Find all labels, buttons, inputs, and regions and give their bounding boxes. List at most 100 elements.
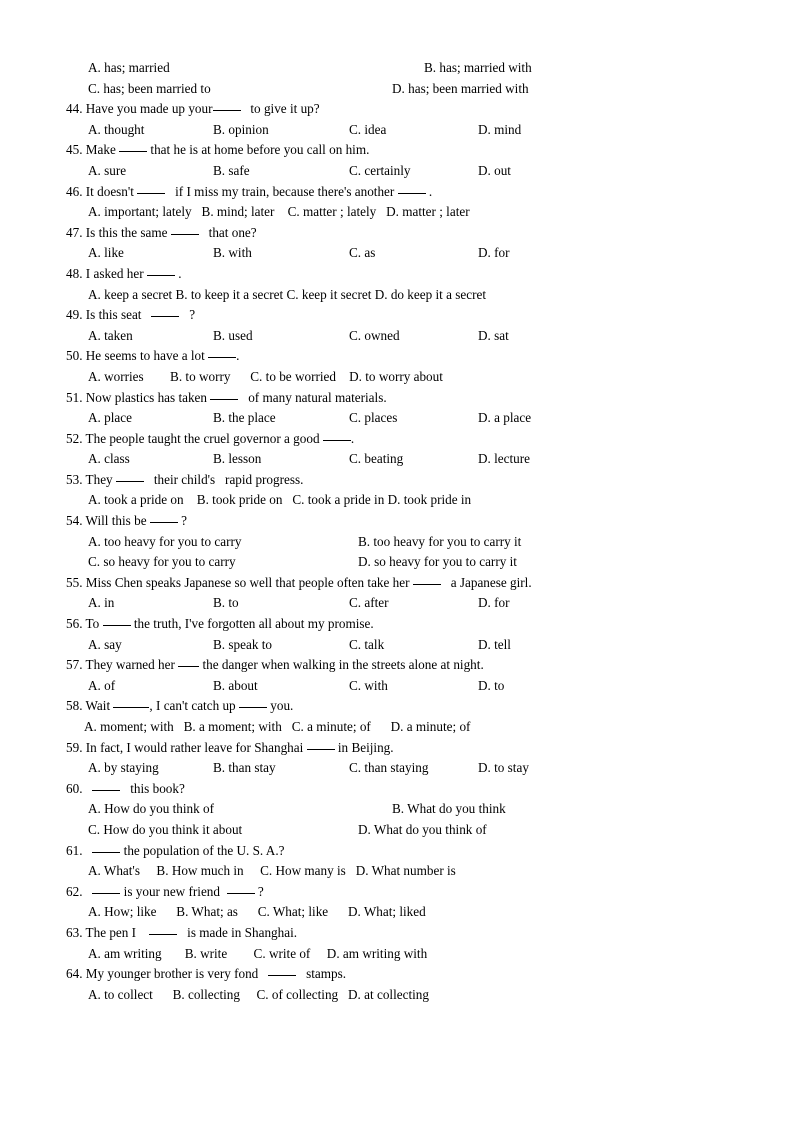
option-d[interactable]: D. has; been married with [392, 79, 529, 100]
answer-blank[interactable] [178, 655, 200, 668]
options-inline[interactable]: A. keep a secret B. to keep it a secret … [88, 287, 486, 302]
question-stem: 48. I asked her . [66, 264, 666, 285]
option-d[interactable]: D. mind [478, 120, 521, 141]
answer-blank[interactable] [306, 738, 335, 750]
option-d[interactable]: D. sat [478, 326, 509, 347]
answer-blank[interactable] [115, 470, 144, 482]
question-stem-text: 54. Will this be [66, 513, 147, 529]
option-d[interactable]: D. lecture [478, 449, 530, 470]
option-c[interactable]: C. after [349, 593, 389, 614]
option-b[interactable]: B. too heavy for you to carry it [358, 532, 521, 553]
option-row: A. important; lately B. mind; later C. m… [66, 202, 666, 223]
answer-blank[interactable] [208, 347, 237, 359]
question-stem-text: 47. Is this the same [66, 224, 168, 240]
option-c[interactable]: C. certainly [349, 161, 411, 182]
option-d[interactable]: D. a place [478, 408, 531, 429]
question-stem-text-end: to give it up? [250, 101, 320, 117]
answer-blank[interactable] [149, 511, 178, 524]
option-a[interactable]: A. like [88, 243, 124, 264]
option-d[interactable]: D. out [478, 161, 511, 182]
options-inline[interactable]: A. am writing B. write C. write of D. am… [88, 946, 427, 961]
answer-blank[interactable] [92, 882, 121, 894]
option-b[interactable]: B. about [213, 676, 258, 697]
option-a[interactable]: A. has; married [88, 58, 170, 79]
answer-blank[interactable] [322, 429, 351, 441]
answer-blank[interactable] [170, 223, 199, 235]
option-row: A. am writing B. write C. write of D. am… [66, 944, 666, 965]
answer-blank[interactable] [149, 923, 178, 935]
question-stem-text-end: you. [270, 698, 294, 714]
question-stem-text: 59. In fact, I would rather leave for Sh… [66, 739, 304, 755]
option-b[interactable]: B. with [213, 243, 252, 264]
answer-blank[interactable] [412, 573, 441, 585]
question-stem-text-mid: if I miss my train, because there's anot… [175, 183, 395, 199]
answer-blank[interactable] [113, 697, 150, 709]
answer-blank[interactable] [226, 882, 255, 894]
option-a[interactable]: A. too heavy for you to carry [88, 532, 241, 553]
option-a[interactable]: A. How do you think of [88, 799, 214, 820]
option-b[interactable]: B. lesson [213, 449, 261, 470]
options-inline[interactable]: A. How; like B. What; as C. What; like D… [88, 904, 426, 919]
option-a[interactable]: A. of [88, 676, 115, 697]
option-c[interactable]: C. beating [349, 449, 403, 470]
option-a[interactable]: A. say [88, 635, 122, 656]
question-stem-text: 51. Now plastics has taken [66, 389, 208, 405]
option-c[interactable]: C. talk [349, 635, 384, 656]
question-stem-text: 52. The people taught the cruel governor… [66, 430, 320, 446]
answer-blank[interactable] [238, 697, 267, 709]
option-b[interactable]: B. used [213, 326, 253, 347]
question-stem: 64. My younger brother is very fond stam… [66, 964, 666, 985]
answer-blank[interactable] [146, 264, 175, 276]
option-b[interactable]: B. than stay [213, 758, 276, 779]
option-c[interactable]: C. How do you think it about [88, 820, 242, 841]
option-a[interactable]: A. by staying [88, 758, 159, 779]
option-b[interactable]: B. safe [213, 161, 250, 182]
option-b[interactable]: B. the place [213, 408, 276, 429]
answer-blank[interactable] [268, 964, 297, 977]
answer-blank[interactable] [137, 182, 166, 194]
answer-blank[interactable] [92, 779, 121, 791]
answer-blank[interactable] [212, 99, 241, 112]
option-row: A. like B. with C. as D. for [66, 243, 666, 264]
option-a[interactable]: A. thought [88, 120, 144, 141]
option-b[interactable]: B. speak to [213, 635, 272, 656]
option-c[interactable]: C. owned [349, 326, 400, 347]
option-b[interactable]: B. What do you think [392, 799, 506, 820]
option-d[interactable]: D. to [478, 676, 504, 697]
answer-blank[interactable] [92, 841, 121, 853]
answer-blank[interactable] [397, 182, 426, 194]
answer-blank[interactable] [102, 614, 131, 627]
options-inline[interactable]: A. important; lately B. mind; later C. m… [88, 204, 470, 219]
option-a[interactable]: A. in [88, 593, 114, 614]
option-c[interactable]: C. idea [349, 120, 386, 141]
option-c[interactable]: C. than staying [349, 758, 429, 779]
options-inline[interactable]: A. worries B. to worry C. to be worried … [88, 369, 443, 384]
option-a[interactable]: A. place [88, 408, 132, 429]
option-d[interactable]: D. for [478, 243, 510, 264]
option-d[interactable]: D. What do you think of [358, 820, 487, 841]
option-b[interactable]: B. has; married with [424, 58, 532, 79]
options-inline[interactable]: A. to collect B. collecting C. of collec… [88, 987, 429, 1002]
option-d[interactable]: D. tell [478, 635, 511, 656]
option-c[interactable]: C. so heavy for you to carry [88, 552, 236, 573]
option-b[interactable]: B. to [213, 593, 239, 614]
options-inline[interactable]: A. moment; with B. a moment; with C. a m… [84, 719, 470, 734]
option-c[interactable]: C. as [349, 243, 375, 264]
question-stem: 56. To the truth, I've forgotten all abo… [66, 614, 666, 635]
options-inline[interactable]: A. took a pride on B. took pride on C. t… [88, 492, 471, 507]
option-a[interactable]: A. taken [88, 326, 133, 347]
option-c[interactable]: C. has; been married to [88, 79, 211, 100]
option-a[interactable]: A. sure [88, 161, 126, 182]
option-c[interactable]: C. places [349, 408, 397, 429]
option-d[interactable]: D. so heavy for you to carry it [358, 552, 517, 573]
answer-blank[interactable] [151, 305, 180, 318]
option-row: A. taken B. used C. owned D. sat [66, 326, 666, 347]
option-c[interactable]: C. with [349, 676, 388, 697]
answer-blank[interactable] [210, 388, 239, 400]
option-d[interactable]: D. to stay [478, 758, 529, 779]
answer-blank[interactable] [119, 141, 148, 153]
option-b[interactable]: B. opinion [213, 120, 269, 141]
options-inline[interactable]: A. What's B. How much in C. How many is … [88, 863, 456, 878]
option-d[interactable]: D. for [478, 593, 510, 614]
option-a[interactable]: A. class [88, 449, 130, 470]
